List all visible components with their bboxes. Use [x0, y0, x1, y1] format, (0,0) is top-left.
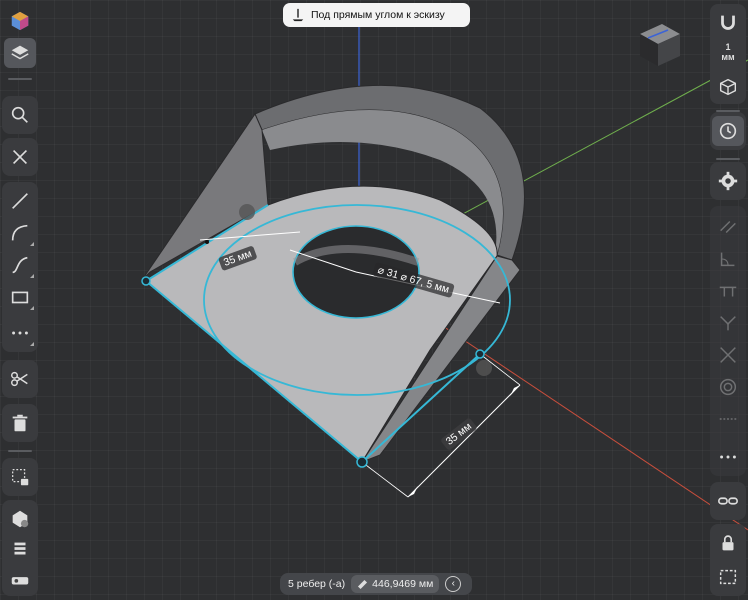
- view-cube-button[interactable]: [712, 72, 744, 102]
- tangent-icon: [720, 316, 736, 331]
- appearance-icon: [11, 11, 29, 31]
- right-toolbar: 1 мм: [708, 0, 748, 600]
- more-constraints-button[interactable]: [712, 442, 744, 472]
- line-icon: [12, 193, 28, 209]
- units-label[interactable]: 1 мм: [714, 42, 742, 62]
- constraint-intersection-button[interactable]: [712, 340, 744, 370]
- more-icon: [720, 455, 736, 459]
- frame-select-button[interactable]: [712, 562, 744, 592]
- scissors-icon: [11, 371, 28, 387]
- constraint-perpendicular-button[interactable]: [712, 276, 744, 306]
- 3d-viewport[interactable]: [0, 0, 748, 600]
- appearance-button[interactable]: [4, 6, 36, 36]
- angle-icon: [720, 252, 735, 267]
- chevron-left-icon: ‹: [451, 578, 455, 589]
- constraint-dashed-button[interactable]: [712, 404, 744, 434]
- concentric-icon: [719, 378, 737, 396]
- left-toolbar: [0, 0, 40, 600]
- history-icon: [719, 122, 737, 140]
- vertex-handle[interactable]: [205, 240, 209, 244]
- intersection-icon: [720, 347, 736, 363]
- delete-button[interactable]: [4, 408, 36, 438]
- rectangle-tool-button[interactable]: [4, 282, 36, 312]
- lock-button[interactable]: [712, 528, 744, 558]
- trim-button[interactable]: [4, 364, 36, 394]
- selection-length: 446,9469 мм: [372, 578, 434, 590]
- search-icon: [11, 106, 28, 123]
- spline-icon: [12, 256, 28, 274]
- constraint-marker[interactable]: [239, 204, 255, 220]
- constraint-concentric-button[interactable]: [712, 372, 744, 402]
- rectangle-icon: [11, 291, 29, 304]
- boolean-button[interactable]: [4, 504, 36, 534]
- spline-tool-button[interactable]: [4, 250, 36, 280]
- link-icon: [718, 497, 738, 505]
- sketch-normal-icon: [292, 8, 304, 22]
- view-cube[interactable]: [640, 24, 680, 66]
- length-chip[interactable]: 446,9469 мм: [351, 575, 440, 593]
- more-icon: [12, 331, 28, 335]
- search-button[interactable]: [4, 100, 36, 130]
- constraint-tangent-button[interactable]: [712, 308, 744, 338]
- selection-count: 5 ребер (-а): [288, 578, 346, 590]
- parallel-icon: [720, 220, 736, 234]
- lock-icon: [722, 535, 734, 551]
- link-button[interactable]: [712, 486, 744, 516]
- layers-button[interactable]: [4, 38, 36, 68]
- settings-button[interactable]: [712, 166, 744, 196]
- perpendicular-icon: [719, 286, 737, 297]
- arc-tool-button[interactable]: [4, 218, 36, 248]
- magnet-icon: [721, 15, 735, 30]
- settings-icon: [718, 171, 738, 191]
- collapse-button[interactable]: ‹: [445, 576, 462, 592]
- boolean-icon: [12, 510, 29, 528]
- measure-button[interactable]: [4, 564, 36, 594]
- measure-icon: [11, 577, 29, 585]
- arc-icon: [11, 224, 28, 241]
- more-sketch-tools-button[interactable]: [4, 318, 36, 348]
- selection-lock-icon: [12, 469, 29, 486]
- selection-lock-button[interactable]: [4, 462, 36, 492]
- selection-status-bar[interactable]: 5 ребер (-а) 446,9469 мм ‹: [280, 573, 472, 595]
- view-cube-icon: [719, 78, 737, 96]
- constraint-parallel-button[interactable]: [712, 212, 744, 242]
- ruler-icon: [358, 579, 368, 589]
- constraint-angle-button[interactable]: [712, 244, 744, 274]
- close-button[interactable]: [4, 142, 36, 172]
- layers-icon: [11, 45, 29, 60]
- frame-select-icon: [719, 569, 737, 585]
- constraint-marker[interactable]: [476, 360, 492, 376]
- view-hint-pill[interactable]: Под прямым углом к эскизу: [283, 3, 470, 27]
- vertex-handle[interactable]: [475, 349, 485, 359]
- vertex-handle[interactable]: [141, 276, 151, 286]
- hint-label: Под прямым углом к эскизу: [311, 9, 445, 21]
- extrude-icon: [14, 542, 26, 555]
- vertex-handle[interactable]: [356, 456, 368, 468]
- snap-button[interactable]: [712, 8, 744, 38]
- trash-icon: [12, 414, 28, 432]
- dashed-icon: [719, 418, 737, 420]
- line-tool-button[interactable]: [4, 186, 36, 216]
- extrude-button[interactable]: [4, 534, 36, 564]
- close-icon: [12, 149, 28, 165]
- history-button[interactable]: [712, 116, 744, 146]
